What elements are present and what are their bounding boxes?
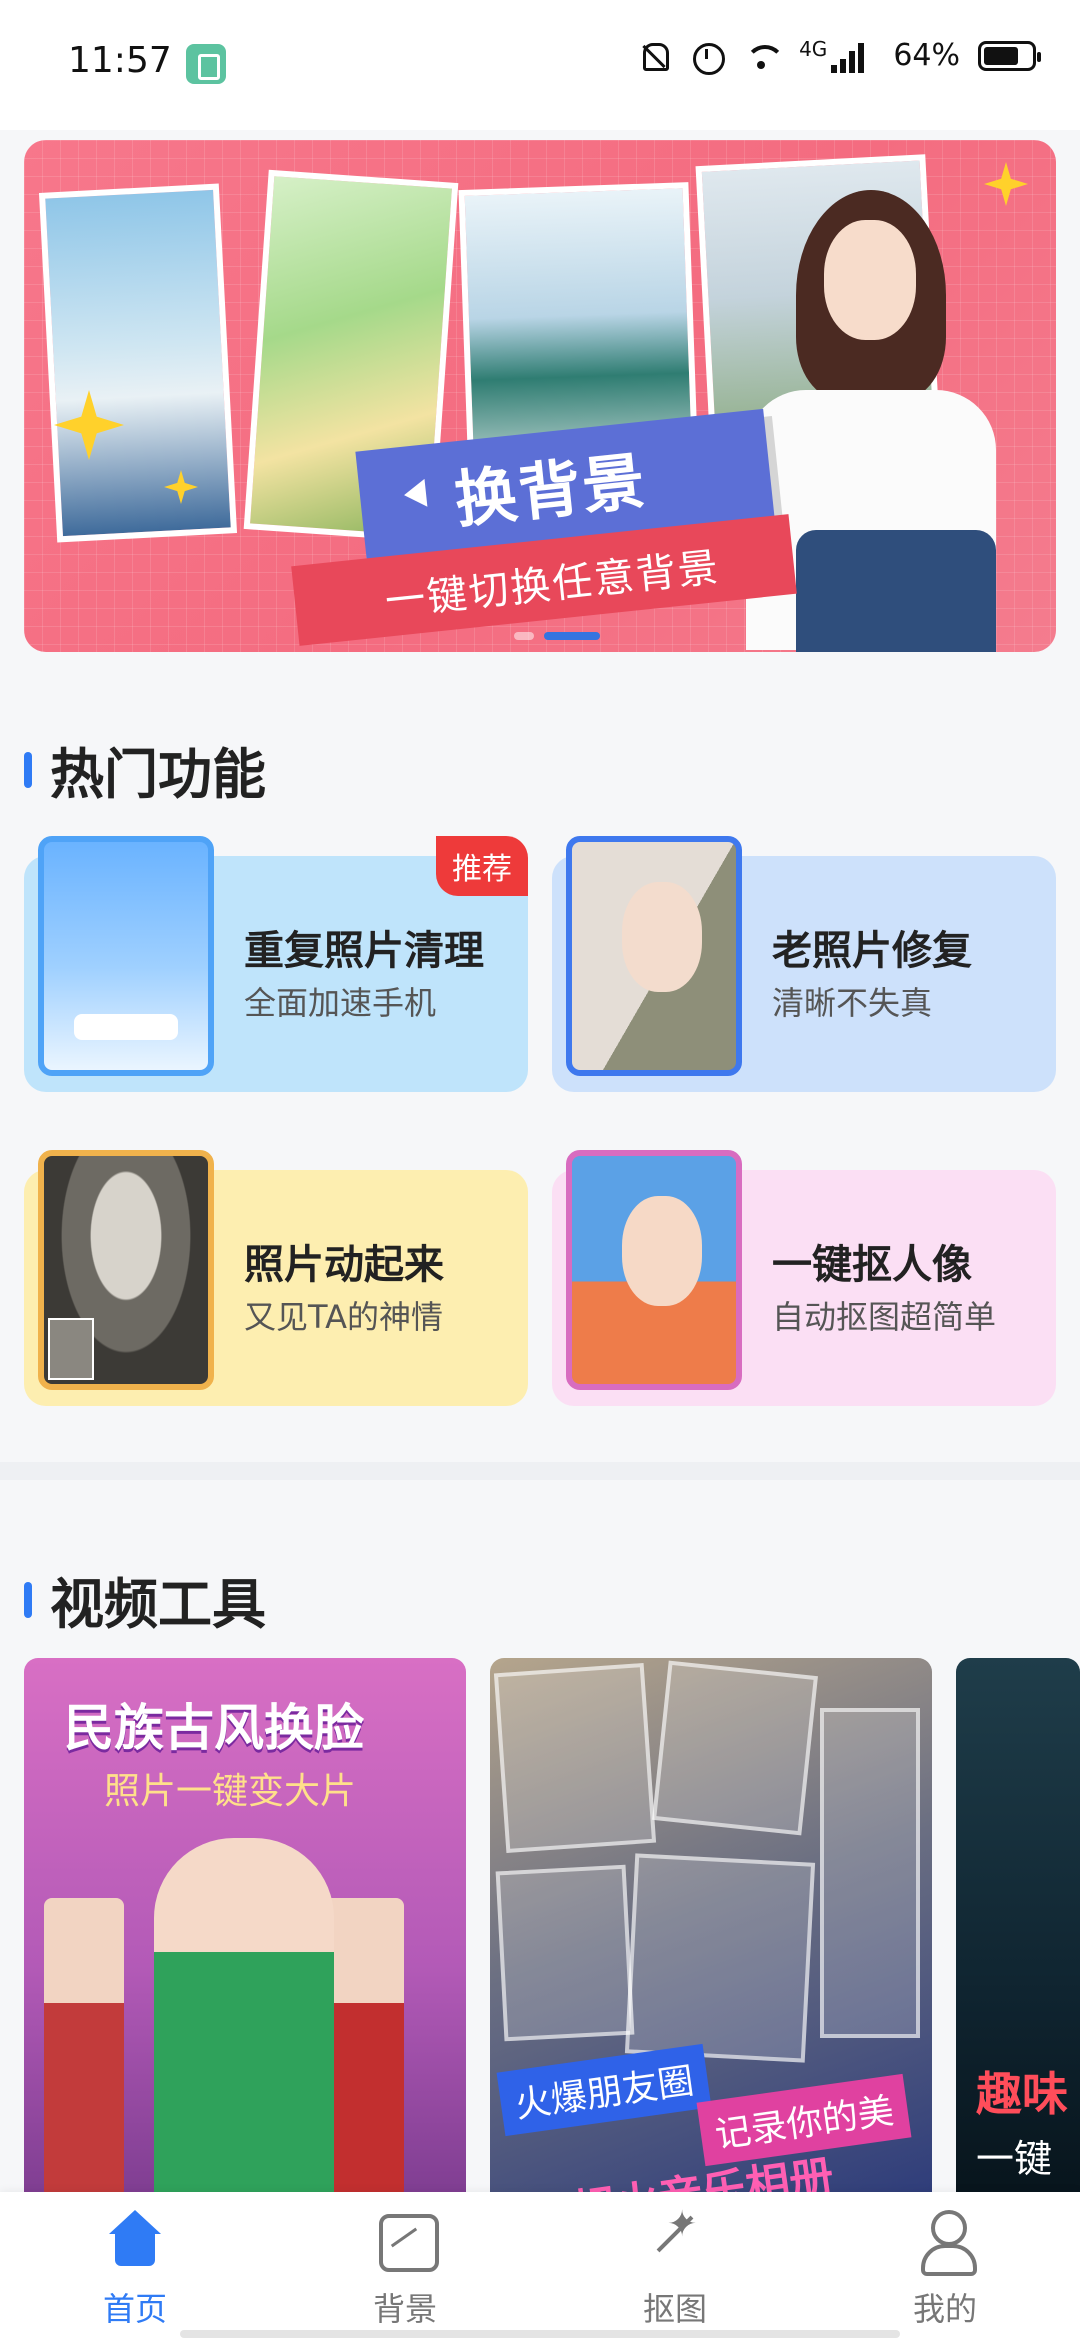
feature-title: 重复照片清理 <box>244 928 484 974</box>
carousel-dot[interactable] <box>514 632 534 640</box>
banner-arrow-icon <box>402 478 428 510</box>
banner-photo-cable-car <box>38 183 238 543</box>
nav-label: 我的 <box>912 2290 977 2328</box>
wifi-icon <box>741 39 786 73</box>
feature-subtitle: 全面加速手机 <box>244 984 437 1022</box>
video-card-subtitle: 一键 <box>976 2137 1053 2181</box>
banner-model-face <box>824 220 916 340</box>
video-card-tag: 火爆朋友圈 <box>496 2043 712 2137</box>
home-indicator[interactable] <box>180 2330 900 2338</box>
video-card-subtitle: 照片一键变大片 <box>104 1771 357 1812</box>
banner-carousel[interactable]: 换背景 一键切换任意背景 <box>24 140 1056 652</box>
feature-card-animate-photo[interactable]: 照片动起来 又见TA的神情 <box>24 1150 528 1406</box>
feature-card-duplicate-cleanup[interactable]: 重复照片清理 全面加速手机 推荐 <box>24 836 528 1092</box>
nav-item-profile[interactable]: 我的 <box>810 2192 1080 2340</box>
video-tools-carousel[interactable]: 民族古风换脸 照片一键变大片 火爆朋友圈 记录你的美 超火音乐相册 趣味 一键 <box>24 1658 1080 2218</box>
feature-title: 一键抠人像 <box>772 1242 972 1288</box>
video-section-header: 视频工具 <box>24 1560 266 1639</box>
feature-subtitle: 自动抠图超简单 <box>772 1298 997 1336</box>
bottom-navigation: 首页 背景 抠图 我的 <box>0 2192 1080 2340</box>
alarm-icon <box>689 39 726 75</box>
hot-section-header: 热门功能 <box>24 730 266 809</box>
app-notification-icon <box>186 44 226 84</box>
carousel-dot-active[interactable] <box>544 632 600 640</box>
battery-icon <box>978 40 1041 71</box>
feature-title: 照片动起来 <box>244 1242 444 1288</box>
phone-cleanup-thumbnail <box>38 836 214 1076</box>
nav-label: 背景 <box>372 2290 437 2328</box>
nav-item-cutout[interactable]: 抠图 <box>540 2192 810 2340</box>
app-screen: 11:57 4G 64% 换背景 一键切换任意背景 热门功能 重复照片清理 全面… <box>0 0 1080 2340</box>
magic-cutout-icon <box>645 2204 705 2270</box>
restore-thumbnail <box>566 836 742 1076</box>
nav-label: 抠图 <box>642 2290 707 2328</box>
old-man-thumbnail <box>38 1150 214 1390</box>
video-card-music-album[interactable]: 火爆朋友圈 记录你的美 超火音乐相册 <box>490 1658 932 2218</box>
status-time: 11:57 <box>68 40 172 81</box>
dancer-figure <box>154 1838 334 2218</box>
hot-section-title: 热门功能 <box>50 743 266 806</box>
video-card-title: 趣味 <box>976 2067 1068 2121</box>
feature-card-old-photo-restore[interactable]: 老照片修复 清晰不失真 <box>552 836 1056 1092</box>
profile-icon <box>915 2210 977 2276</box>
signal-icon <box>831 39 875 73</box>
feature-subtitle: 又见TA的神情 <box>244 1298 443 1336</box>
home-icon <box>105 2210 165 2270</box>
video-section-title: 视频工具 <box>50 1573 266 1636</box>
network-type: 4G <box>799 36 828 61</box>
hot-features-grid: 重复照片清理 全面加速手机 推荐 老照片修复 清晰不失真 照片动起来 又见TA的… <box>24 836 1056 1406</box>
carousel-indicator <box>514 632 600 640</box>
video-card-fun[interactable]: 趣味 一键 <box>956 1658 1080 2218</box>
banner-model-overalls <box>796 530 996 652</box>
nav-item-home[interactable]: 首页 <box>0 2192 270 2340</box>
battery-percent: 64% <box>893 38 960 73</box>
feature-card-portrait-cutout[interactable]: 一键抠人像 自动抠图超简单 <box>552 1150 1056 1406</box>
cutout-thumbnail <box>566 1150 742 1390</box>
section-accent-bar <box>24 1581 32 1618</box>
feature-title: 老照片修复 <box>772 928 972 974</box>
section-accent-bar <box>24 751 32 788</box>
nav-item-background[interactable]: 背景 <box>270 2192 540 2340</box>
status-icons: 4G 64% <box>637 36 1041 75</box>
section-divider <box>0 1462 1080 1480</box>
mute-bell-icon <box>637 39 671 73</box>
status-bar: 11:57 4G 64% <box>0 0 1080 130</box>
background-icon <box>375 2210 439 2272</box>
recommend-badge: 推荐 <box>436 836 528 896</box>
video-card-ethnic-faceswap[interactable]: 民族古风换脸 照片一键变大片 <box>24 1658 466 2218</box>
video-card-title: 民族古风换脸 <box>64 1699 364 1757</box>
feature-subtitle: 清晰不失真 <box>772 984 933 1022</box>
nav-label: 首页 <box>102 2290 167 2328</box>
